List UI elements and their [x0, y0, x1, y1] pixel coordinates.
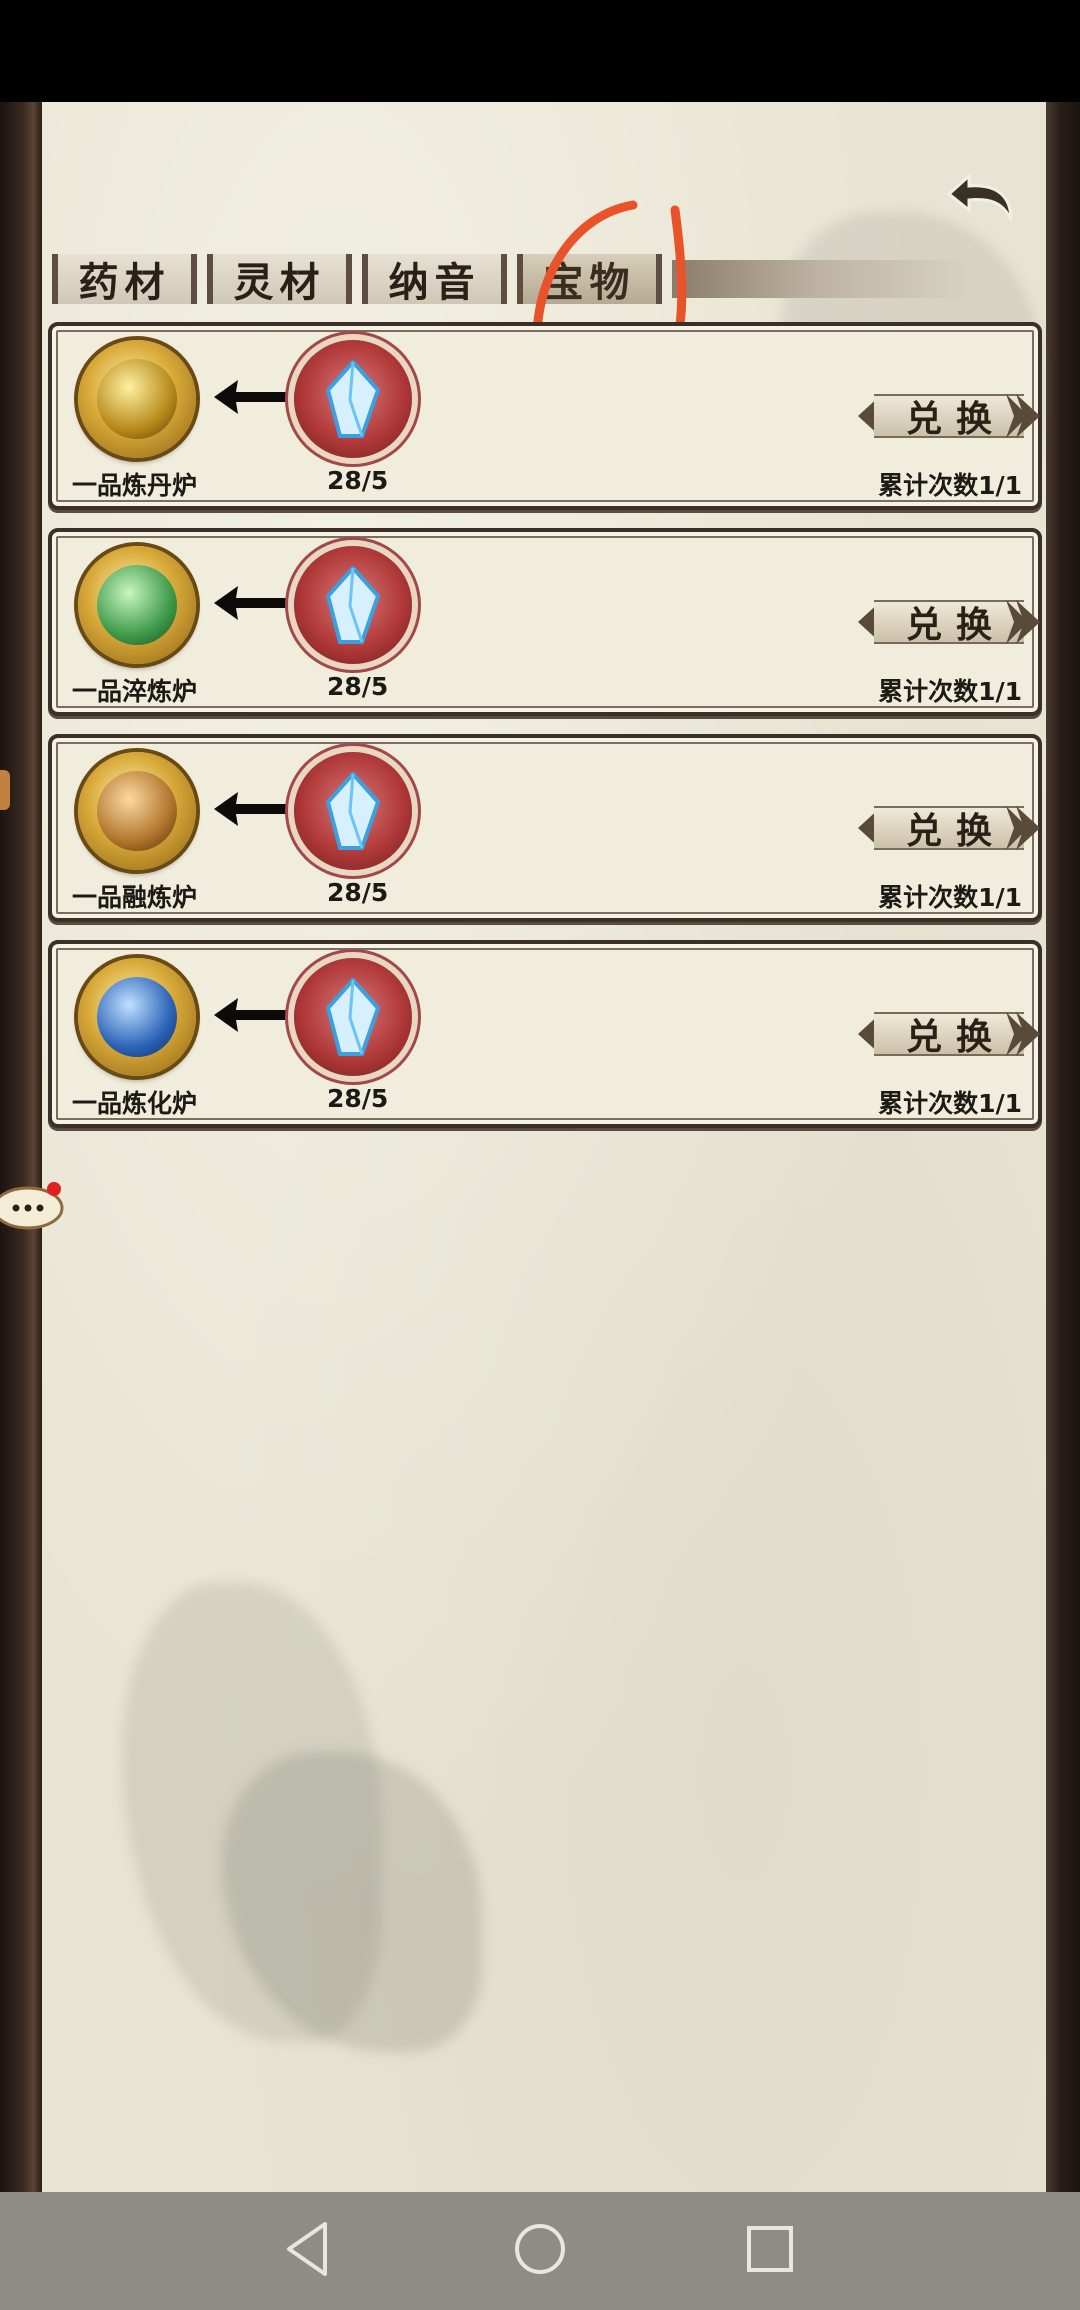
exchange-card: 一品淬炼炉 28/5 兑换 累计次数1/1 [48, 528, 1042, 716]
exchange-button[interactable]: 兑换 [852, 1010, 1046, 1058]
right-frame [1046, 102, 1080, 2192]
chevron-right-icon [1006, 394, 1040, 438]
item-count: 28/5 [327, 672, 389, 701]
chevron-right-icon [1006, 1012, 1040, 1056]
item-name: 一品融炼炉 [72, 883, 198, 912]
spirit-crystal-icon [294, 546, 412, 664]
exchange-card: 一品炼化炉 28/5 兑换 累计次数1/1 [48, 940, 1042, 1128]
chevron-right-icon [1006, 806, 1040, 850]
exchange-label: 换 [956, 604, 993, 646]
item-name: 一品炼化炉 [72, 1089, 198, 1118]
exchange-count: 累计次数1/1 [878, 883, 1022, 912]
exchange-count: 累计次数1/1 [878, 1089, 1022, 1118]
tab-strip: 药材 灵材 纳音 宝物 [52, 250, 972, 310]
exchange-label: 换 [956, 1016, 993, 1058]
item-name: 一品淬炼炉 [72, 677, 198, 706]
exchange-label: 兑 [905, 398, 942, 440]
recents-nav-icon[interactable] [735, 2214, 805, 2284]
left-arrow-icon [214, 792, 296, 826]
item-count: 28/5 [327, 878, 389, 907]
spirit-crystal-icon [294, 752, 412, 870]
spirit-crystal-icon [294, 958, 412, 1076]
exchange-card: 一品炼丹炉 28/5 兑换 累计次数1/1 [48, 322, 1042, 510]
notification-dot [47, 1182, 61, 1196]
item-count: 28/5 [327, 1084, 389, 1113]
left-arrow-icon [214, 380, 296, 414]
exchange-button[interactable]: 兑换 [852, 598, 1046, 646]
exchange-label: 兑 [905, 604, 942, 646]
left-frame [0, 102, 42, 2192]
status-bar [0, 0, 1080, 102]
exchange-label: 兑 [905, 810, 942, 852]
item-name: 一品炼丹炉 [72, 471, 198, 500]
left-arrow-icon [214, 586, 296, 620]
chat-bubble-button[interactable] [0, 1182, 64, 1230]
back-nav-icon[interactable] [275, 2214, 345, 2284]
return-arrow-icon [946, 172, 1013, 221]
tab-spirit-materials[interactable]: 灵材 [207, 254, 352, 306]
exchange-label: 换 [956, 810, 993, 852]
blue-furnace-icon [78, 958, 196, 1076]
green-furnace-icon [78, 546, 196, 664]
back-button[interactable] [943, 162, 1023, 232]
left-arrow-icon [214, 998, 296, 1032]
side-drawer-tab[interactable] [0, 770, 10, 810]
tab-herbs[interactable]: 药材 [52, 254, 197, 306]
exchange-count: 累计次数1/1 [878, 471, 1022, 500]
exchange-label: 换 [956, 398, 993, 440]
system-nav-bar [0, 2192, 1080, 2310]
exchange-button[interactable]: 兑换 [852, 392, 1046, 440]
gold-furnace-icon [78, 340, 196, 458]
exchange-card: 一品融炼炉 28/5 兑换 累计次数1/1 [48, 734, 1042, 922]
exchange-count: 累计次数1/1 [878, 677, 1022, 706]
chevron-right-icon [1006, 600, 1040, 644]
tab-nayin[interactable]: 纳音 [362, 254, 507, 306]
spirit-crystal-icon [294, 340, 412, 458]
bronze-furnace-icon [78, 752, 196, 870]
exchange-label: 兑 [905, 1016, 942, 1058]
item-count: 28/5 [327, 466, 389, 495]
exchange-button[interactable]: 兑换 [852, 804, 1046, 852]
tab-track [672, 260, 972, 298]
home-nav-icon[interactable] [505, 2214, 575, 2284]
